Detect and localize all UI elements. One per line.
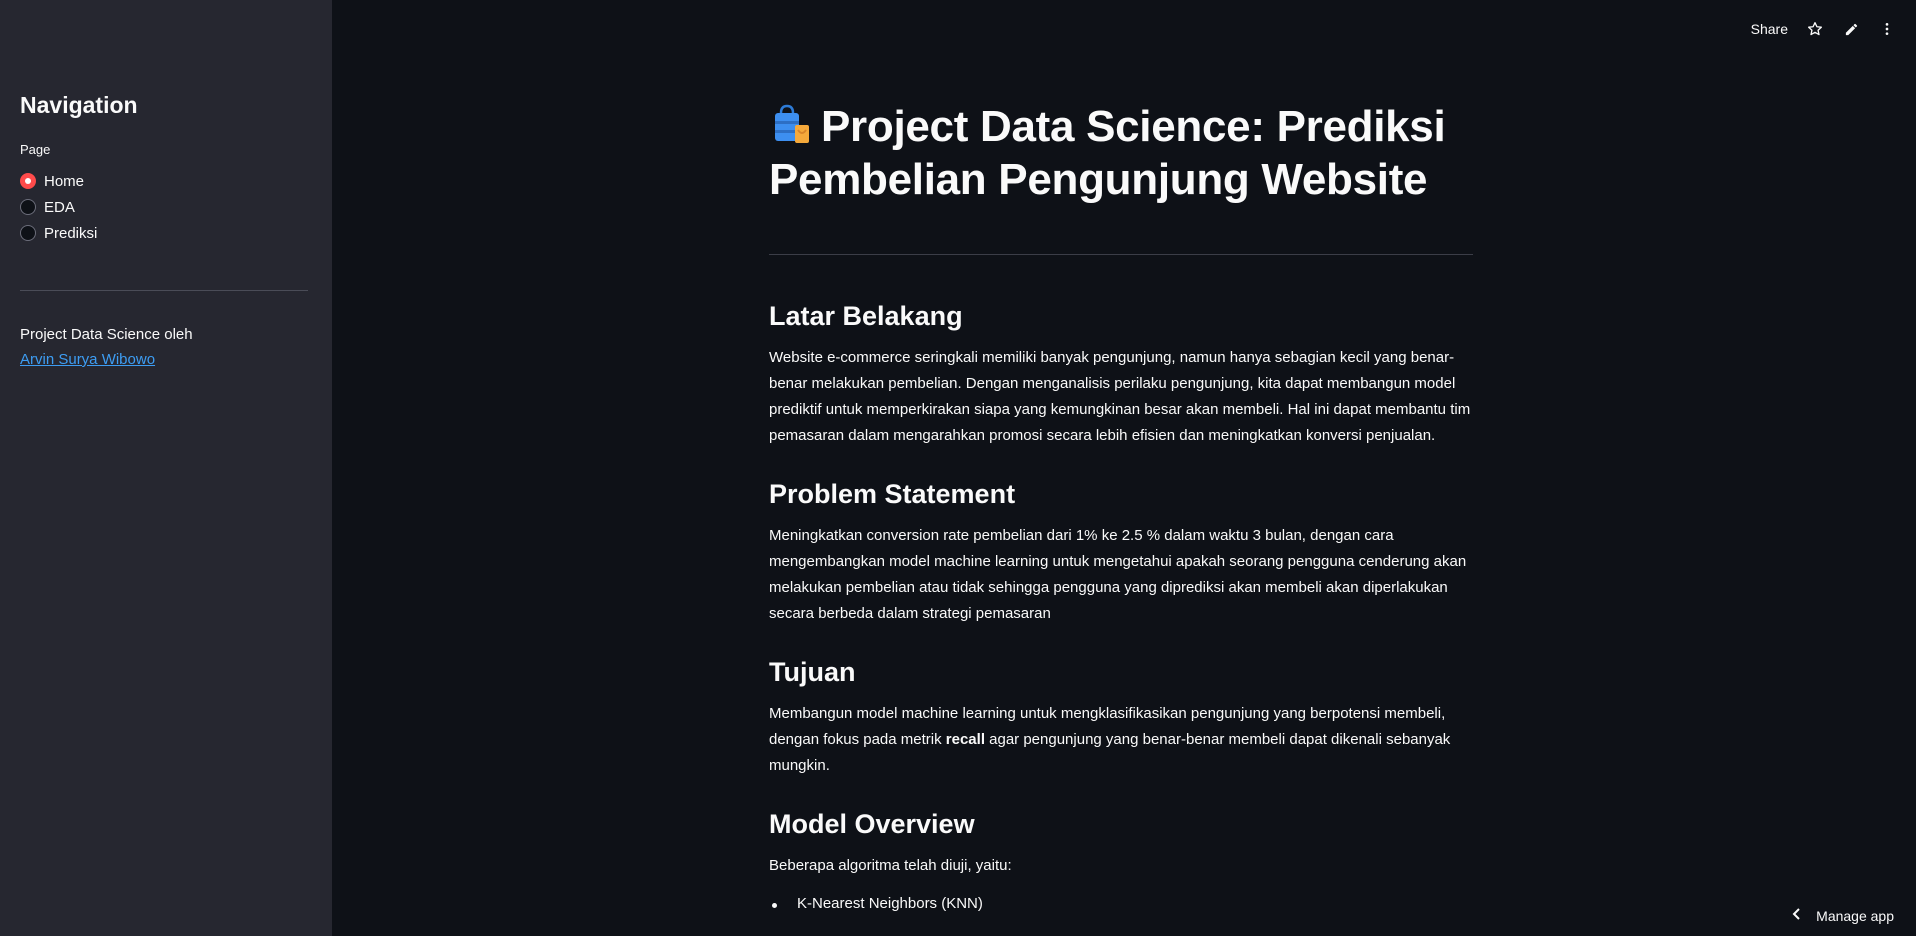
radio-option-label: Home: [44, 172, 85, 190]
star-icon[interactable]: [1806, 20, 1824, 38]
radio-option-eda[interactable]: EDA: [20, 194, 97, 220]
section-heading-problem-statement: Problem Statement: [769, 479, 1016, 509]
manage-app-label: Manage app: [1816, 907, 1894, 924]
latar-belakang-text: Website e-commerce seringkali memiliki b…: [769, 349, 1471, 444]
shopping-bags-icon: [769, 103, 813, 147]
radio-unchecked-icon[interactable]: [20, 225, 36, 241]
section-heading-tujuan: Tujuan: [769, 657, 856, 687]
radio-option-label: Prediksi: [44, 224, 98, 242]
radio-option-label: EDA: [44, 198, 75, 216]
main-content: Project Data Science: Prediksi Pembelian…: [769, 100, 1473, 917]
edit-pencil-icon[interactable]: [1842, 20, 1860, 38]
page-title: Project Data Science: Prediksi Pembelian…: [769, 100, 1473, 206]
sidebar-title: Navigation: [20, 92, 138, 118]
manage-app-button[interactable]: Manage app: [1792, 907, 1894, 924]
page-radio-label: Page: [20, 142, 51, 157]
tujuan-text: Membangun model machine learning untuk m…: [769, 701, 1473, 779]
sidebar: Navigation Page Home EDA Prediksi Projec…: [0, 0, 332, 936]
recall-emphasis: recall: [945, 731, 985, 748]
share-button[interactable]: Share: [1751, 21, 1788, 37]
radio-checked-icon[interactable]: [20, 173, 36, 189]
page-title-text: Project Data Science: Prediksi Pembelian…: [769, 102, 1446, 204]
page-radio-group: Home EDA Prediksi: [20, 168, 97, 246]
credit-text: Project Data Science oleh: [20, 326, 193, 343]
title-divider: [769, 254, 1473, 255]
sidebar-divider: [20, 290, 308, 291]
list-item: K-Nearest Neighbors (KNN): [769, 891, 1473, 917]
radio-option-home[interactable]: Home: [20, 168, 97, 194]
model-list: K-Nearest Neighbors (KNN): [769, 891, 1473, 917]
problem-statement-text: Meningkatkan conversion rate pembelian d…: [769, 527, 1467, 622]
radio-unchecked-icon[interactable]: [20, 199, 36, 215]
more-vertical-icon[interactable]: [1878, 20, 1896, 38]
section-heading-latar-belakang: Latar Belakang: [769, 301, 963, 331]
section-heading-model-overview: Model Overview: [769, 809, 975, 839]
model-overview-intro: Beberapa algoritma telah diuji, yaitu:: [769, 857, 1012, 874]
radio-option-prediksi[interactable]: Prediksi: [20, 220, 97, 246]
chevron-left-icon: [1792, 907, 1802, 924]
header-toolbar: Share: [1751, 18, 1896, 40]
author-link[interactable]: Arvin Surya Wibowo: [20, 351, 155, 368]
